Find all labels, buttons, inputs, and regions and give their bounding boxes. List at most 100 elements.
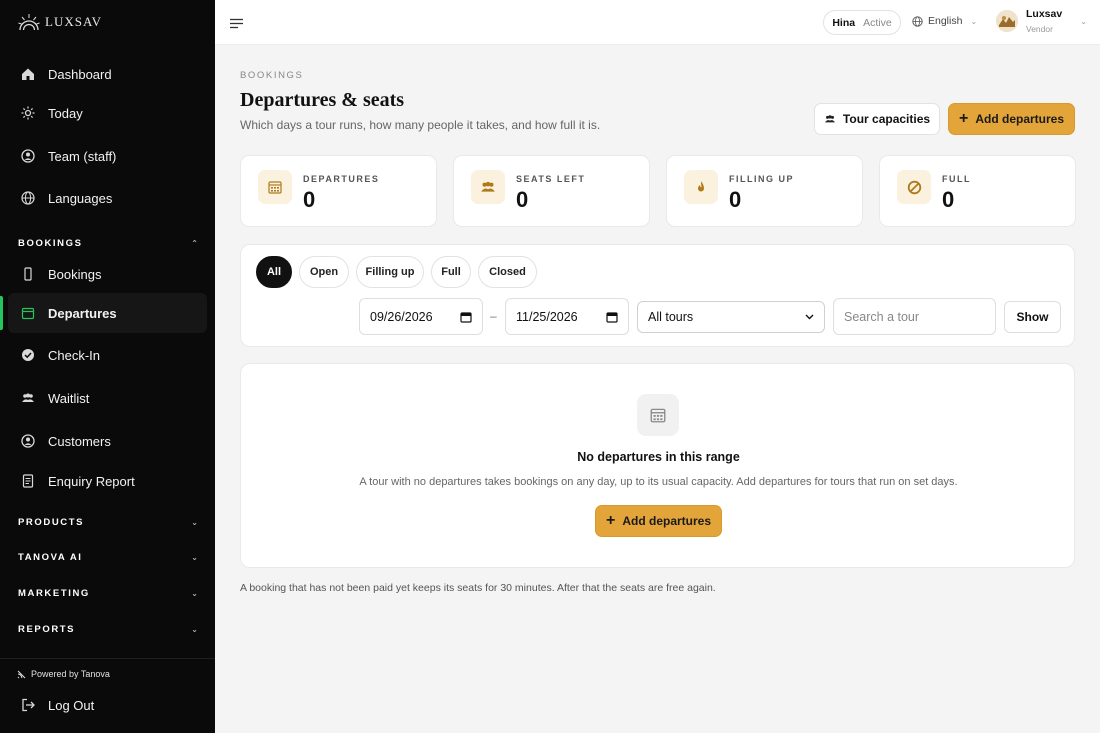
tour-select[interactable]: All tours bbox=[637, 301, 825, 333]
users-icon bbox=[20, 390, 36, 406]
chevron-up-icon: ⌃ bbox=[191, 238, 198, 248]
search-input[interactable]: Search a tour bbox=[833, 298, 996, 335]
add-departures-button[interactable]: + Add departures bbox=[948, 103, 1075, 135]
chevron-down-icon: ⌄ bbox=[191, 517, 198, 527]
page-subtitle: Which days a tour runs, how many people … bbox=[240, 118, 601, 132]
sidebar-item-today[interactable]: Today bbox=[0, 93, 215, 133]
footnote: A booking that has not been paid yet kee… bbox=[240, 582, 716, 594]
sidebar-section-tanova-ai[interactable]: TANOVA AI ⌄ bbox=[18, 550, 198, 564]
user-name: Luxsav bbox=[1026, 8, 1063, 20]
sidebar-section-bookings[interactable]: BOOKINGS ⌃ bbox=[18, 236, 198, 250]
sidebar-item-languages[interactable]: Languages bbox=[0, 178, 215, 218]
users-icon bbox=[824, 115, 835, 123]
sun-icon bbox=[20, 105, 36, 121]
chevron-down-icon: ⌄ bbox=[970, 16, 978, 26]
sidebar-item-label: Dashboard bbox=[48, 66, 112, 82]
sidebar-item-label: Waitlist bbox=[48, 390, 90, 406]
phone-icon bbox=[20, 266, 36, 282]
stat-label: FILLING UP bbox=[729, 174, 794, 184]
sidebar: LUXSAV Dashboard Today Team (staff) Lang… bbox=[0, 0, 215, 733]
status-pill[interactable]: Hina Active bbox=[823, 10, 901, 35]
logout-label: Log Out bbox=[48, 697, 95, 713]
calendar-icon bbox=[20, 305, 36, 321]
sidebar-divider bbox=[0, 658, 215, 659]
logout-icon bbox=[20, 697, 36, 713]
stat-card-filling-up: FILLING UP 0 bbox=[666, 155, 863, 227]
calendar-icon bbox=[606, 311, 618, 323]
sidebar-item-check-in[interactable]: Check-In bbox=[0, 335, 215, 375]
tour-capacities-button[interactable]: Tour capacities bbox=[814, 103, 940, 135]
user-menu[interactable]: Luxsav Vendor ⌄ bbox=[996, 8, 1087, 34]
sidebar-item-label: Languages bbox=[48, 190, 113, 206]
sidebar-item-label: Today bbox=[48, 105, 83, 121]
calendar-icon bbox=[460, 311, 472, 323]
sidebar-item-waitlist[interactable]: Waitlist bbox=[0, 378, 215, 418]
filter-panel: All Open Filling up Full Closed 09/26/20… bbox=[240, 244, 1075, 347]
filter-chip-closed[interactable]: Closed bbox=[478, 256, 537, 288]
sidebar-item-dashboard[interactable]: Dashboard bbox=[0, 54, 215, 94]
ban-icon bbox=[897, 170, 931, 204]
plus-icon: + bbox=[605, 511, 616, 529]
sidebar-item-customers[interactable]: Customers bbox=[0, 421, 215, 461]
globe-icon bbox=[20, 190, 36, 206]
sidebar-item-label: Customers bbox=[48, 433, 111, 449]
chevron-down-icon: ⌄ bbox=[191, 588, 198, 598]
check-circle-icon bbox=[20, 347, 36, 363]
chevron-down-icon: ⌄ bbox=[1080, 16, 1087, 26]
filter-chip-open[interactable]: Open bbox=[299, 256, 349, 288]
sidebar-item-bookings[interactable]: Bookings bbox=[0, 254, 215, 294]
user-role: Vendor bbox=[1026, 24, 1053, 34]
sidebar-section-products[interactable]: PRODUCTS ⌄ bbox=[18, 515, 198, 529]
stat-value: 0 bbox=[303, 187, 316, 212]
date-to-input[interactable]: 11/25/2026 bbox=[505, 298, 629, 335]
plus-icon: + bbox=[958, 109, 969, 127]
empty-state: No departures in this range A tour with … bbox=[240, 363, 1075, 568]
stat-label: FULL bbox=[942, 174, 971, 184]
topbar: Hina Active English ⌄ Luxsav Vendor ⌄ bbox=[215, 0, 1100, 45]
stat-label: SEATS LEFT bbox=[516, 174, 586, 184]
users-icon bbox=[471, 170, 505, 204]
sidebar-item-label: Team (staff) bbox=[48, 148, 117, 164]
logout-button[interactable]: Log Out bbox=[0, 685, 215, 725]
sidebar-item-label: Enquiry Report bbox=[48, 473, 135, 489]
calendar-icon bbox=[637, 394, 679, 436]
sidebar-section-reports[interactable]: REPORTS ⌄ bbox=[18, 622, 198, 636]
stat-value: 0 bbox=[942, 187, 955, 212]
flame-icon bbox=[684, 170, 718, 204]
stat-value: 0 bbox=[729, 187, 742, 212]
sidebar-item-enquiry-report[interactable]: Enquiry Report bbox=[0, 461, 215, 501]
stat-card-seats-left: SEATS LEFT 0 bbox=[453, 155, 650, 227]
brand-logo[interactable]: LUXSAV bbox=[17, 12, 102, 32]
stat-card-full: FULL 0 bbox=[879, 155, 1076, 227]
filter-chip-filling-up[interactable]: Filling up bbox=[356, 256, 424, 288]
report-icon bbox=[20, 473, 36, 489]
sidebar-section-marketing[interactable]: MARKETING ⌄ bbox=[18, 586, 198, 600]
chevron-down-icon: ⌄ bbox=[191, 552, 198, 562]
user-circle-icon bbox=[20, 433, 36, 449]
brand-name: LUXSAV bbox=[45, 14, 103, 29]
team-icon bbox=[20, 148, 36, 164]
sun-rays-logo-icon bbox=[18, 14, 40, 31]
powered-by: Powered by Tanova bbox=[17, 669, 110, 679]
breadcrumb: BOOKINGS bbox=[240, 70, 304, 81]
filter-chip-all[interactable]: All bbox=[256, 256, 292, 288]
page-title: Departures & seats bbox=[240, 89, 405, 111]
date-separator: – bbox=[490, 309, 497, 323]
sidebar-item-label: Departures bbox=[48, 305, 117, 321]
signal-icon bbox=[17, 670, 26, 678]
sidebar-item-team[interactable]: Team (staff) bbox=[0, 136, 215, 176]
show-button[interactable]: Show bbox=[1004, 301, 1061, 333]
stat-label: DEPARTURES bbox=[303, 174, 380, 184]
empty-add-departures-button[interactable]: + Add departures bbox=[595, 505, 722, 537]
active-indicator bbox=[0, 296, 3, 330]
language-selector[interactable]: English ⌄ bbox=[912, 15, 977, 27]
menu-toggle-icon[interactable] bbox=[230, 16, 243, 34]
sidebar-item-label: Bookings bbox=[48, 266, 102, 282]
calendar-icon bbox=[258, 170, 292, 204]
globe-icon bbox=[912, 15, 923, 27]
stat-card-departures: DEPARTURES 0 bbox=[240, 155, 437, 227]
date-from-input[interactable]: 09/26/2026 bbox=[359, 298, 483, 335]
stat-value: 0 bbox=[516, 187, 529, 212]
filter-chip-full[interactable]: Full bbox=[431, 256, 471, 288]
sidebar-item-departures[interactable]: Departures bbox=[8, 293, 207, 333]
